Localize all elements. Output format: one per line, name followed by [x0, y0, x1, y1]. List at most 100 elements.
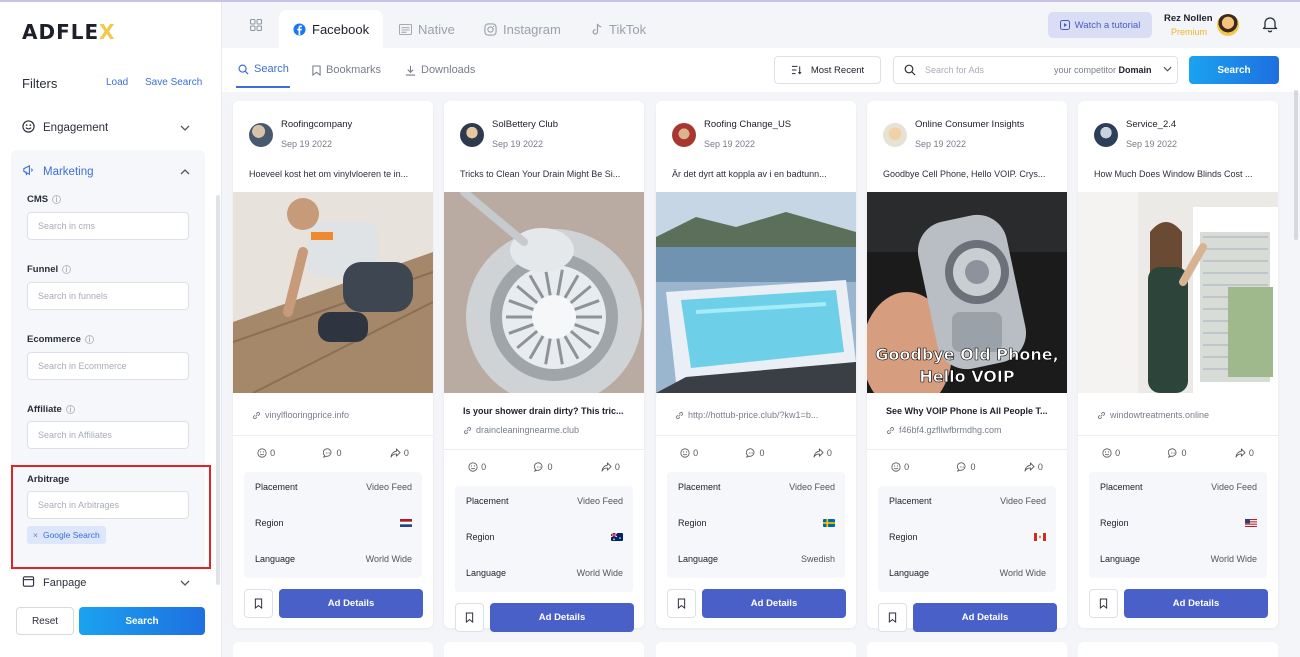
funnel-search-input[interactable] — [27, 282, 189, 310]
chevron-down-icon[interactable] — [1163, 64, 1172, 74]
ad-landing-link[interactable]: draincleaningnearme.club — [463, 425, 629, 435]
bookmark-icon — [312, 64, 321, 76]
tab-native[interactable]: Native — [385, 10, 469, 48]
advertiser-avatar[interactable] — [1094, 123, 1118, 147]
ad-creative-image[interactable] — [656, 192, 856, 393]
bookmark-button[interactable] — [1089, 589, 1118, 618]
ad-details-button[interactable]: Ad Details — [279, 589, 423, 618]
instagram-icon — [484, 22, 497, 36]
comments-count: 0 — [746, 448, 765, 458]
sort-icon — [791, 65, 802, 75]
ad-primary-text: Är det dyrt att koppla av i en badtunn..… — [672, 169, 827, 179]
bookmark-icon — [677, 598, 686, 609]
placement-value: Video Feed — [1000, 496, 1046, 506]
ad-landing-link[interactable]: f46bf4.gzfllwfbrmdhg.com — [886, 425, 1052, 435]
engagement-section-toggle[interactable]: Engagement — [22, 118, 192, 138]
domain-selector[interactable]: your competitor Domain — [1054, 65, 1152, 75]
placement-row: Placement Video Feed — [1100, 482, 1257, 492]
ad-creative-image[interactable] — [233, 192, 433, 393]
tab-native-label: Native — [418, 21, 455, 37]
shares-value: 0 — [1037, 462, 1043, 472]
sort-dropdown[interactable]: Most Recent — [774, 56, 881, 84]
advertiser-name[interactable]: SolBettery Club — [492, 119, 558, 130]
engagement-stats: 0 0 0 — [867, 462, 1067, 472]
region-label: Region — [1100, 518, 1129, 528]
advertiser-name[interactable]: Service_2.4 — [1126, 119, 1176, 130]
ad-details-button[interactable]: Ad Details — [913, 603, 1057, 632]
marketing-section-toggle[interactable]: Marketing — [22, 162, 192, 182]
advertiser-avatar[interactable] — [672, 123, 696, 147]
advertiser-name[interactable]: Roofing Change_US — [704, 119, 791, 130]
reactions-count: 0 — [891, 462, 909, 472]
cms-label: CMS i — [27, 194, 62, 205]
load-link[interactable]: Load — [106, 77, 128, 88]
sidebar-scrollbar[interactable] — [216, 195, 220, 585]
engagement-stats: 0 0 0 — [1078, 448, 1278, 458]
ad-landing-link[interactable]: http://hottub-price.club/?kw1=b... — [675, 410, 841, 420]
ad-date: Sep 19 2022 — [281, 139, 333, 149]
placement-value: Video Feed — [789, 482, 835, 492]
placement-label: Placement — [466, 496, 509, 506]
info-icon[interactable]: i — [65, 404, 75, 414]
ad-search-box[interactable]: Search for Ads your competitor Domain — [893, 56, 1178, 84]
tab-facebook[interactable]: Facebook — [279, 10, 384, 48]
ad-landing-link[interactable]: vinylflooringprice.info — [252, 410, 418, 420]
subtab-search-label: Search — [254, 63, 289, 75]
ad-meta-panel: Placement Video Feed Region Language World… — [244, 472, 422, 578]
adflex-logo[interactable]: ADFLEX — [22, 20, 116, 44]
grid-icon[interactable] — [250, 19, 262, 34]
region-flag-icon — [400, 519, 412, 527]
subtab-search[interactable]: Search — [238, 63, 289, 75]
arbitrage-highlight-box — [11, 465, 211, 569]
advertiser-name[interactable]: Online Consumer Insights — [915, 119, 1024, 130]
placement-label: Placement — [889, 496, 932, 506]
comments-count: 0 — [1168, 448, 1187, 458]
ad-card: Service_2.4 Sep 19 2022 How Much Does Wi… — [1078, 101, 1278, 628]
advertiser-avatar[interactable] — [883, 123, 907, 147]
ad-landing-link[interactable]: windowtreatments.online — [1097, 410, 1263, 420]
cms-search-input[interactable] — [27, 212, 189, 240]
save-search-link[interactable]: Save Search — [145, 77, 202, 88]
ad-details-button[interactable]: Ad Details — [490, 603, 634, 632]
bookmark-button[interactable] — [667, 589, 696, 618]
ad-creative-image[interactable] — [1078, 192, 1278, 393]
watch-tutorial-button[interactable]: Watch a tutorial — [1048, 12, 1152, 38]
bookmark-button[interactable] — [455, 603, 484, 632]
search-button[interactable]: Search — [1189, 56, 1279, 84]
info-icon[interactable]: i — [62, 264, 72, 274]
subtab-downloads[interactable]: Downloads — [405, 64, 475, 76]
tab-tiktok[interactable]: TikTok — [577, 10, 660, 48]
ad-details-button[interactable]: Ad Details — [1124, 589, 1268, 618]
affiliate-search-input[interactable] — [27, 421, 189, 449]
reactions-count: 0 — [1102, 448, 1120, 458]
user-name: Rez Nollen — [1164, 13, 1213, 24]
fanpage-section-toggle[interactable]: Fanpage — [22, 576, 192, 590]
ad-details-button[interactable]: Ad Details — [702, 589, 846, 618]
placement-row: Placement Video Feed — [466, 496, 623, 506]
advertiser-avatar[interactable] — [460, 123, 484, 147]
avatar[interactable] — [1217, 14, 1239, 36]
advertiser-avatar[interactable] — [249, 123, 273, 147]
cms-label-text: CMS — [27, 194, 49, 205]
info-icon[interactable]: i — [52, 194, 62, 204]
bookmark-button[interactable] — [244, 589, 273, 618]
bookmark-button[interactable] — [878, 603, 907, 632]
subtab-bookmarks[interactable]: Bookmarks — [312, 64, 381, 76]
info-icon[interactable]: i — [84, 334, 94, 344]
sidebar-search-button[interactable]: Search — [79, 607, 205, 635]
advertiser-name[interactable]: Roofingcompany — [281, 119, 352, 130]
shares-count: 0 — [1235, 448, 1254, 458]
ad-date: Sep 19 2022 — [915, 139, 967, 149]
ad-creative-image[interactable] — [444, 192, 644, 393]
native-icon — [399, 23, 412, 35]
reactions-value: 0 — [693, 448, 699, 458]
reset-button[interactable]: Reset — [16, 607, 74, 635]
ad-card: Roofingcompany Sep 19 2022 Hoeveel kost … — [233, 101, 433, 628]
ecommerce-search-input[interactable] — [27, 352, 189, 380]
ad-creative-image[interactable]: Goodbye Old Phone, Hello VOIP — [867, 192, 1067, 393]
page-icon — [22, 576, 35, 590]
bell-icon[interactable] — [1262, 15, 1278, 36]
tab-instagram[interactable]: Instagram — [470, 10, 575, 48]
main-scrollbar[interactable] — [1294, 90, 1298, 240]
chevron-down-icon — [180, 123, 190, 134]
